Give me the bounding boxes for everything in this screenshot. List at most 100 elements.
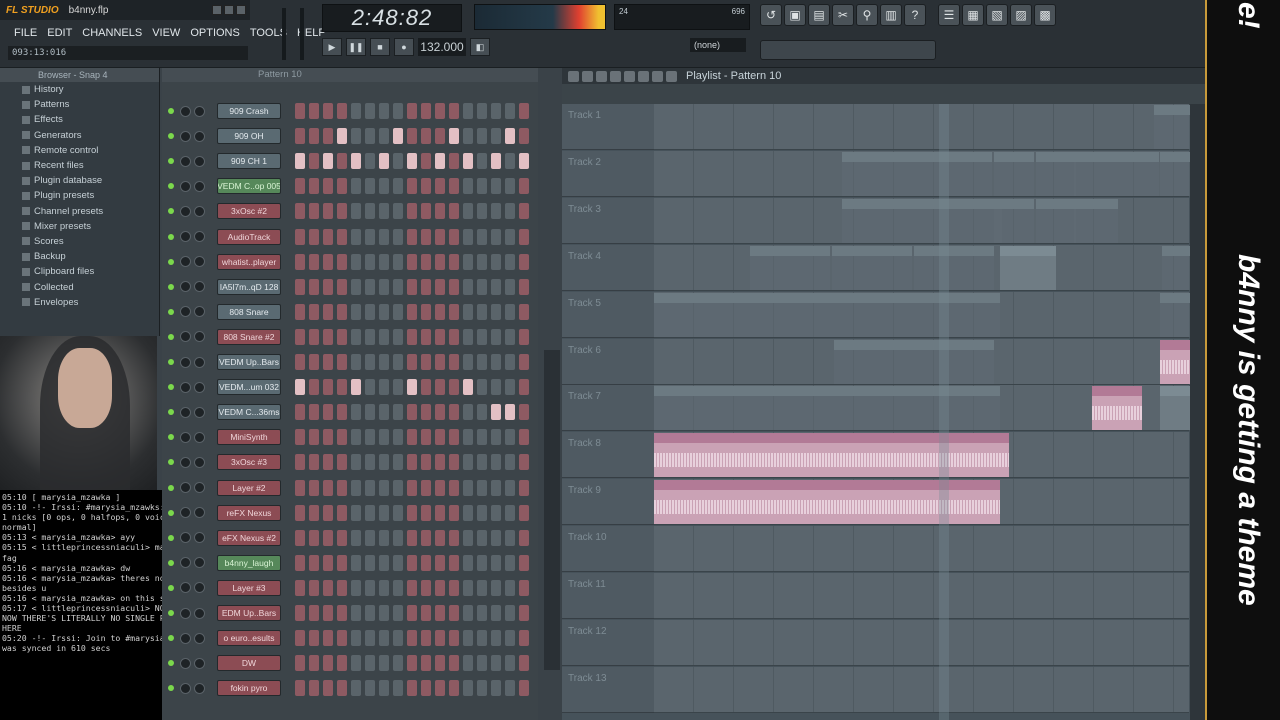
channel-mute-led[interactable] — [168, 133, 174, 140]
step-button[interactable] — [505, 579, 515, 596]
step-button[interactable] — [323, 203, 333, 220]
step-button[interactable] — [491, 655, 501, 672]
channel-pan-knob[interactable] — [180, 155, 191, 167]
step-button[interactable] — [351, 203, 361, 220]
step-button[interactable] — [477, 504, 487, 521]
step-button[interactable] — [407, 454, 417, 471]
channel-volume-knob[interactable] — [194, 381, 205, 393]
step-button[interactable] — [393, 203, 403, 220]
track-lane[interactable]: Pattern 31 ass2wep1 — [654, 338, 1278, 385]
step-button[interactable] — [519, 680, 529, 697]
step-button[interactable] — [323, 228, 333, 245]
step-button[interactable] — [435, 103, 445, 119]
step-button[interactable] — [379, 529, 389, 546]
step-button[interactable] — [519, 504, 529, 521]
step-button[interactable] — [379, 605, 389, 621]
step-button[interactable] — [379, 379, 389, 396]
track-lane[interactable] — [654, 619, 1189, 666]
step-button[interactable] — [407, 153, 417, 170]
step-button[interactable] — [421, 454, 431, 471]
channel-name-button[interactable]: 3xOsc #3 — [217, 454, 281, 471]
step-button[interactable] — [477, 379, 487, 396]
step-button[interactable] — [435, 278, 445, 295]
playlist-clip[interactable]: Pattern 37 — [750, 245, 830, 290]
step-button[interactable] — [491, 379, 501, 396]
step-button[interactable] — [379, 278, 389, 295]
step-button[interactable] — [351, 529, 361, 546]
browser-item[interactable]: Generators — [0, 128, 159, 143]
channel-pan-knob[interactable] — [180, 657, 191, 669]
step-button[interactable] — [351, 303, 361, 320]
step-button[interactable] — [295, 554, 305, 571]
step-button[interactable] — [393, 479, 403, 496]
step-button[interactable] — [505, 479, 515, 496]
step-button[interactable] — [505, 630, 515, 647]
step-button[interactable] — [477, 178, 487, 195]
step-button[interactable] — [421, 328, 431, 345]
track-header[interactable]: Track 10 — [562, 526, 654, 573]
step-button[interactable] — [519, 554, 529, 571]
browser-item[interactable]: Backup — [0, 249, 159, 264]
step-button[interactable] — [407, 278, 417, 295]
browser-item[interactable]: Collected — [0, 279, 159, 294]
step-button[interactable] — [449, 379, 459, 396]
track-lane[interactable]: Pattern 34 — [654, 104, 1272, 150]
step-button[interactable] — [449, 680, 459, 697]
step-button[interactable] — [365, 680, 375, 697]
step-button[interactable] — [351, 504, 361, 521]
step-button[interactable] — [337, 630, 347, 647]
channel-rack-icon[interactable]: ▧ — [986, 4, 1008, 26]
track-header[interactable]: Track 2 — [562, 150, 654, 197]
channel-mute-led[interactable] — [168, 384, 174, 391]
step-button[interactable] — [365, 103, 375, 119]
channel-mute-led[interactable] — [168, 534, 174, 541]
step-button[interactable] — [505, 429, 515, 446]
channel-pan-knob[interactable] — [180, 180, 191, 192]
track-lane[interactable] — [654, 573, 1189, 619]
step-button[interactable] — [365, 404, 375, 421]
channel-pan-knob[interactable] — [180, 381, 191, 393]
step-button[interactable] — [337, 354, 347, 370]
step-button[interactable] — [477, 479, 487, 496]
playlist-clip[interactable]: Pat..n 5 — [1074, 198, 1118, 243]
step-button[interactable] — [421, 228, 431, 245]
browser-item[interactable]: Plugin database — [0, 173, 159, 188]
step-button[interactable] — [449, 479, 459, 496]
step-button[interactable] — [449, 278, 459, 295]
channel-name-button[interactable]: 909 Crash — [217, 103, 281, 119]
step-button[interactable] — [421, 103, 431, 119]
step-button[interactable] — [435, 605, 445, 621]
browser-item[interactable]: Recent files — [0, 158, 159, 173]
step-button[interactable] — [323, 479, 333, 496]
step-button[interactable] — [351, 228, 361, 245]
track-lane[interactable] — [654, 666, 1189, 713]
step-button[interactable] — [393, 379, 403, 396]
playlist-clip[interactable]: Pattern 37 — [914, 245, 994, 290]
master-pitch-slider[interactable] — [300, 8, 304, 60]
step-button[interactable] — [477, 655, 487, 672]
step-button[interactable] — [421, 128, 431, 145]
step-button[interactable] — [393, 429, 403, 446]
step-button[interactable] — [351, 429, 361, 446]
step-button[interactable] — [435, 253, 445, 270]
browser-item[interactable]: Envelopes — [0, 295, 159, 310]
step-button[interactable] — [407, 554, 417, 571]
channel-mute-led[interactable] — [168, 434, 174, 441]
step-button[interactable] — [337, 328, 347, 345]
menu-file[interactable]: FILE — [14, 27, 37, 39]
channel-volume-knob[interactable] — [194, 281, 205, 293]
step-button[interactable] — [351, 655, 361, 672]
step-button[interactable] — [435, 630, 445, 647]
channel-mute-led[interactable] — [168, 635, 174, 642]
step-button[interactable] — [351, 278, 361, 295]
channel-name-button[interactable]: fokin pyro — [217, 680, 281, 697]
track-header[interactable]: Track 4 — [562, 244, 654, 291]
track-header[interactable]: Track 11 — [562, 573, 654, 619]
step-button[interactable] — [519, 228, 529, 245]
step-button[interactable] — [365, 328, 375, 345]
step-button[interactable] — [407, 203, 417, 220]
channel-mute-led[interactable] — [168, 283, 174, 290]
step-button[interactable] — [351, 605, 361, 621]
channel-volume-knob[interactable] — [194, 130, 205, 142]
plugin-picker-icon[interactable]: ▩ — [1034, 4, 1056, 26]
